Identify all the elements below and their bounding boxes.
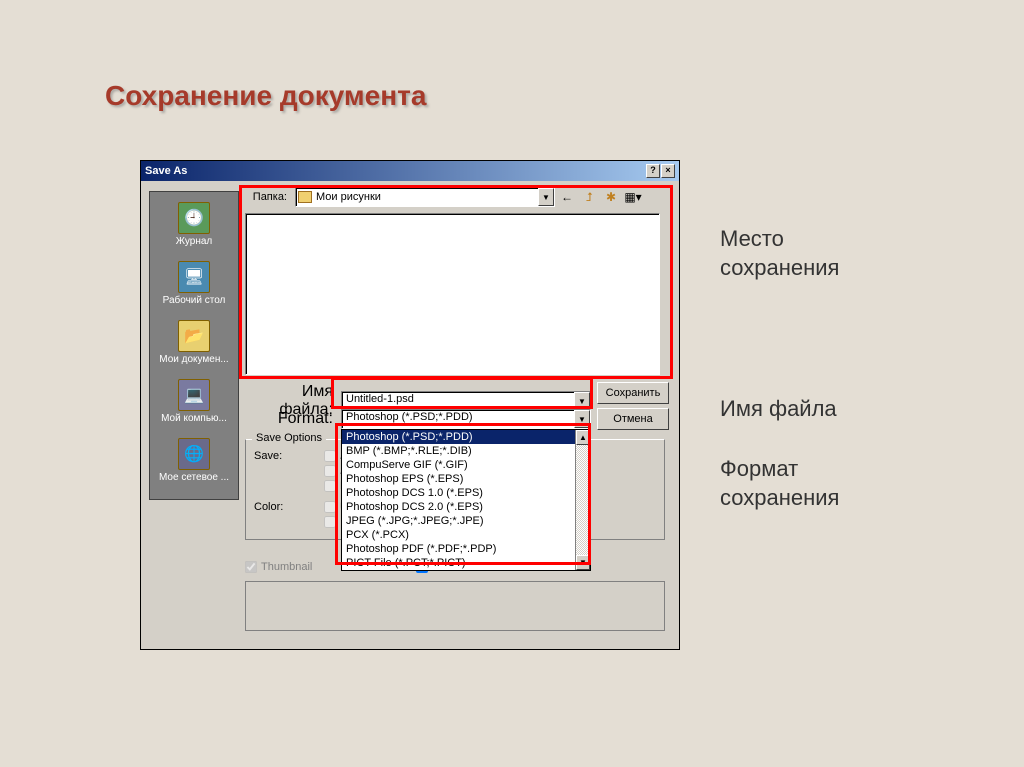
save-as-dialog: Save As ? × Папка: Мои рисунки ▼ ← ⮥ ✱ ▦… xyxy=(140,160,680,650)
computer-icon: 💻 xyxy=(178,379,210,411)
network-icon: 🌐 xyxy=(178,438,210,470)
dialog-title: Save As xyxy=(145,165,187,177)
format-option[interactable]: PICT File (*.PCT;*.PICT) xyxy=(342,556,590,570)
scroll-track[interactable] xyxy=(576,445,590,555)
format-option[interactable]: JPEG (*.JPG;*.JPEG;*.JPE) xyxy=(342,514,590,528)
chevron-down-icon[interactable]: ▼ xyxy=(574,392,590,410)
checkbox-thumbnail[interactable]: Thumbnail xyxy=(245,561,312,573)
desktop-icon: 🖥 xyxy=(178,261,210,293)
format-option[interactable]: Photoshop PDF (*.PDF;*.PDP) xyxy=(342,542,590,556)
save-button[interactable]: Сохранить xyxy=(597,382,669,404)
sidebar-item-documents[interactable]: 📂 Мои докумен... xyxy=(150,316,238,375)
sidebar-item-history[interactable]: 🕘 Журнал xyxy=(150,198,238,257)
format-option[interactable]: Photoshop (*.PSD;*.PDD) xyxy=(342,430,590,444)
folder-value: Мои рисунки xyxy=(316,191,381,203)
thumbnail-label: Thumbnail xyxy=(261,561,312,573)
help-button[interactable]: ? xyxy=(646,164,660,178)
sidebar-item-desktop[interactable]: 🖥 Рабочий стол xyxy=(150,257,238,316)
folder-label: Папка: xyxy=(245,191,295,203)
format-option[interactable]: Photoshop DCS 2.0 (*.EPS) xyxy=(342,500,590,514)
annotation-location: Местосохранения xyxy=(720,225,839,282)
titlebar[interactable]: Save As ? × xyxy=(141,161,679,181)
back-button[interactable]: ← xyxy=(557,187,577,207)
new-folder-button[interactable]: ✱ xyxy=(601,187,621,207)
filename-value: Untitled-1.psd xyxy=(346,393,414,405)
sidebar-item-computer[interactable]: 💻 Мой компью... xyxy=(150,375,238,434)
warning-area xyxy=(245,581,665,631)
cancel-button[interactable]: Отмена xyxy=(597,408,669,430)
file-list-pane[interactable] xyxy=(245,213,660,375)
save-options-title: Save Options xyxy=(252,432,326,444)
sidebar-item-label: Мой компью... xyxy=(152,413,236,424)
format-option[interactable]: Photoshop EPS (*.EPS) xyxy=(342,472,590,486)
format-option[interactable]: BMP (*.BMP;*.RLE;*.DIB) xyxy=(342,444,590,458)
format-option[interactable]: Photoshop DCS 1.0 (*.EPS) xyxy=(342,486,590,500)
close-button[interactable]: × xyxy=(661,164,675,178)
sidebar-item-label: Мое сетевое ... xyxy=(152,472,236,483)
view-menu-button[interactable]: ▦▾ xyxy=(623,187,643,207)
sidebar-item-label: Мои докумен... xyxy=(152,354,236,365)
scrollbar[interactable]: ▲ ▼ xyxy=(575,430,590,570)
folder-dropdown[interactable]: Мои рисунки ▼ xyxy=(295,187,555,207)
slide-title: Сохранение документа xyxy=(105,80,426,112)
up-folder-button[interactable]: ⮥ xyxy=(579,187,599,207)
chevron-down-icon[interactable]: ▼ xyxy=(538,188,554,206)
scroll-down-icon[interactable]: ▼ xyxy=(576,555,590,570)
save-row-label: Save: xyxy=(254,450,324,495)
format-dropdown-list[interactable]: Photoshop (*.PSD;*.PDD) BMP (*.BMP;*.RLE… xyxy=(341,429,591,571)
annotation-format: Форматсохранения xyxy=(720,455,839,512)
format-dropdown[interactable]: Photoshop (*.PSD;*.PDD) ▼ xyxy=(341,409,591,429)
filename-input[interactable]: Untitled-1.psd ▼ xyxy=(341,391,591,411)
sidebar-item-label: Журнал xyxy=(152,236,236,247)
sidebar-item-network[interactable]: 🌐 Мое сетевое ... xyxy=(150,434,238,493)
annotation-filename: Имя файла xyxy=(720,395,837,424)
color-row-label: Color: xyxy=(254,501,324,531)
history-icon: 🕘 xyxy=(178,202,210,234)
places-sidebar: 🕘 Журнал 🖥 Рабочий стол 📂 Мои докумен...… xyxy=(149,191,239,500)
folder-icon xyxy=(298,191,312,203)
format-value: Photoshop (*.PSD;*.PDD) xyxy=(346,411,473,423)
format-label: Format: xyxy=(245,410,341,428)
sidebar-item-label: Рабочий стол xyxy=(152,295,236,306)
scroll-up-icon[interactable]: ▲ xyxy=(576,430,590,445)
format-option[interactable]: CompuServe GIF (*.GIF) xyxy=(342,458,590,472)
documents-icon: 📂 xyxy=(178,320,210,352)
format-option[interactable]: PCX (*.PCX) xyxy=(342,528,590,542)
chevron-down-icon[interactable]: ▼ xyxy=(574,410,590,428)
